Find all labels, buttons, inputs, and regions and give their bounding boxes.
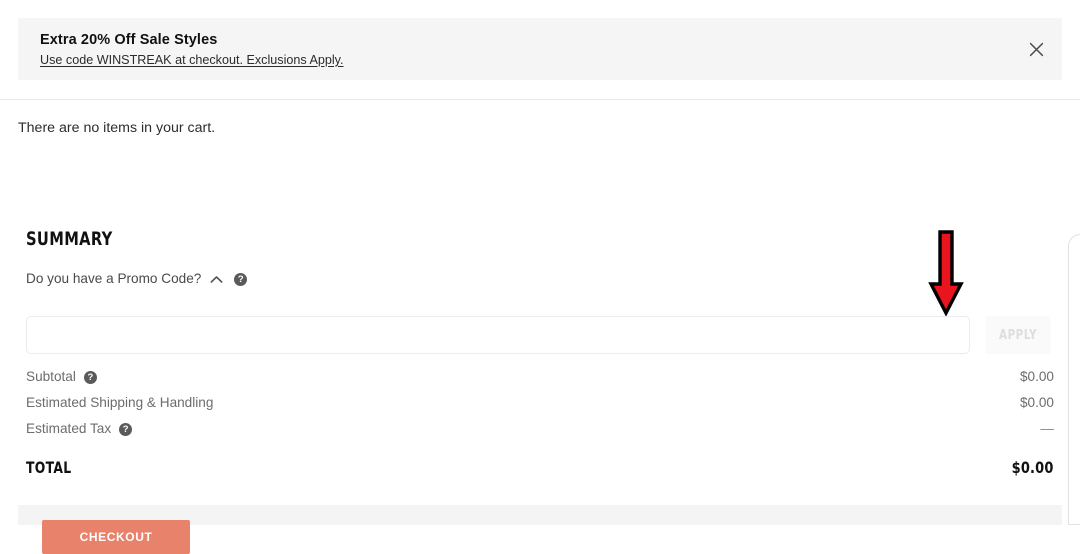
table-row: Subtotal ? $0.00: [26, 364, 1054, 390]
promo-banner-text: Extra 20% Off Sale Styles Use code WINST…: [40, 31, 344, 68]
promo-banner-title: Extra 20% Off Sale Styles: [40, 32, 218, 48]
promo-banner-subtitle-link[interactable]: Use code WINSTREAK at checkout. Exclusio…: [40, 52, 344, 68]
banner-close-button[interactable]: [1023, 36, 1049, 62]
total-value: —: [1040, 421, 1054, 436]
total-value: $0.00: [1019, 395, 1054, 410]
grand-total-label: TOTAL: [26, 458, 72, 477]
table-row: Estimated Shipping & Handling $0.00: [26, 390, 1054, 416]
checkout-button[interactable]: CHECKOUT: [42, 520, 190, 554]
help-circle-glyph: ?: [234, 272, 248, 286]
order-summary-section: SUMMARY Do you have a Promo Code? ?: [26, 228, 1054, 288]
promo-code-input-row: APPLY: [26, 316, 1054, 354]
total-label: Estimated Shipping & Handling: [26, 395, 214, 410]
subtotal-help-icon[interactable]: ?: [83, 370, 97, 384]
promo-banner: Extra 20% Off Sale Styles Use code WINST…: [18, 18, 1062, 80]
total-label: Subtotal: [26, 369, 76, 384]
estimated-tax-help-icon[interactable]: ?: [119, 422, 133, 436]
promo-code-toggle-row[interactable]: Do you have a Promo Code? ?: [26, 270, 1054, 288]
totals-list: Subtotal ? $0.00 Estimated Shipping & Ha…: [26, 364, 1054, 442]
header-divider: [0, 99, 1080, 100]
promo-code-toggle-label[interactable]: Do you have a Promo Code?: [26, 270, 201, 288]
grand-total-row: TOTAL $0.00: [26, 458, 1054, 477]
total-label: Estimated Tax: [26, 421, 112, 436]
side-panel-edge[interactable]: [1068, 234, 1080, 525]
promo-code-input[interactable]: [26, 316, 970, 354]
grand-total-value: $0.00: [1012, 458, 1054, 477]
apply-promo-button[interactable]: APPLY: [985, 316, 1051, 354]
promo-help-icon[interactable]: ?: [234, 272, 248, 286]
table-row: Estimated Tax ? —: [26, 416, 1054, 442]
checkout-panel: CHECKOUT: [18, 505, 1062, 554]
chevron-up-icon[interactable]: [210, 275, 223, 284]
close-icon: [1029, 42, 1044, 57]
summary-heading: SUMMARY: [26, 228, 113, 250]
empty-cart-message: There are no items in your cart.: [18, 120, 216, 136]
total-value: $0.00: [1019, 369, 1054, 384]
